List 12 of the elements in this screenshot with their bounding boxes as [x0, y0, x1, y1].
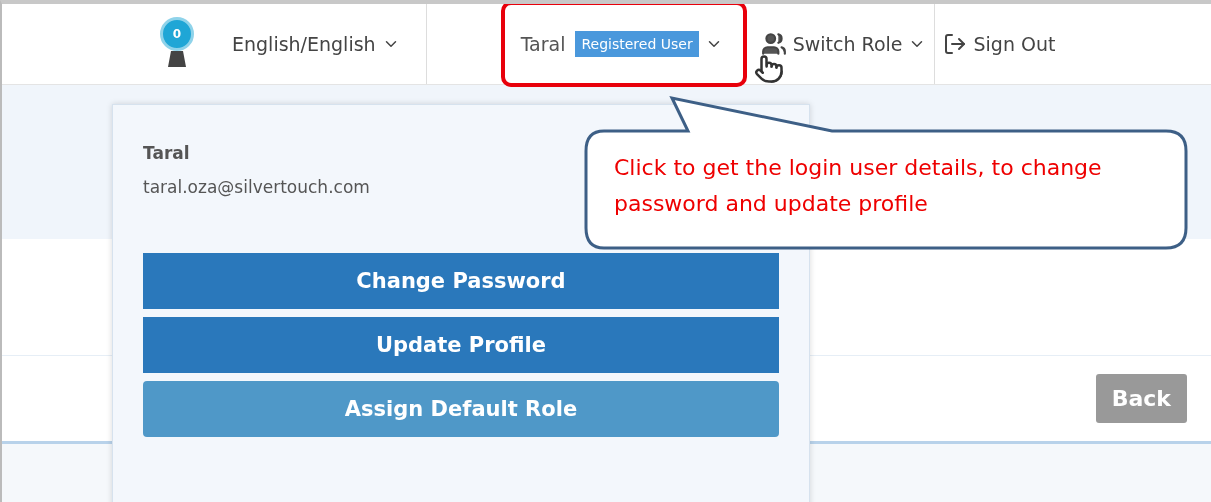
user-name: Taral — [520, 33, 566, 55]
switch-role-menu[interactable]: Switch Role — [752, 31, 935, 57]
badge-count: 0 — [160, 17, 194, 51]
role-label: Registered User — [575, 31, 699, 57]
user-name: Taral — [143, 143, 191, 163]
user-email: taral.oza@silvertouch.com — [143, 177, 371, 197]
language-menu[interactable]: English/English — [224, 33, 408, 55]
menu-button[interactable]: Update Profile — [143, 317, 779, 373]
user-menu[interactable]: Taral Registered User — [512, 31, 731, 57]
annotation-text: Click to get the login user details, to change password and update profile — [614, 154, 1103, 218]
menu-button[interactable]: Change Password — [143, 253, 779, 309]
sign-out-link[interactable]: Sign Out — [935, 32, 1064, 56]
